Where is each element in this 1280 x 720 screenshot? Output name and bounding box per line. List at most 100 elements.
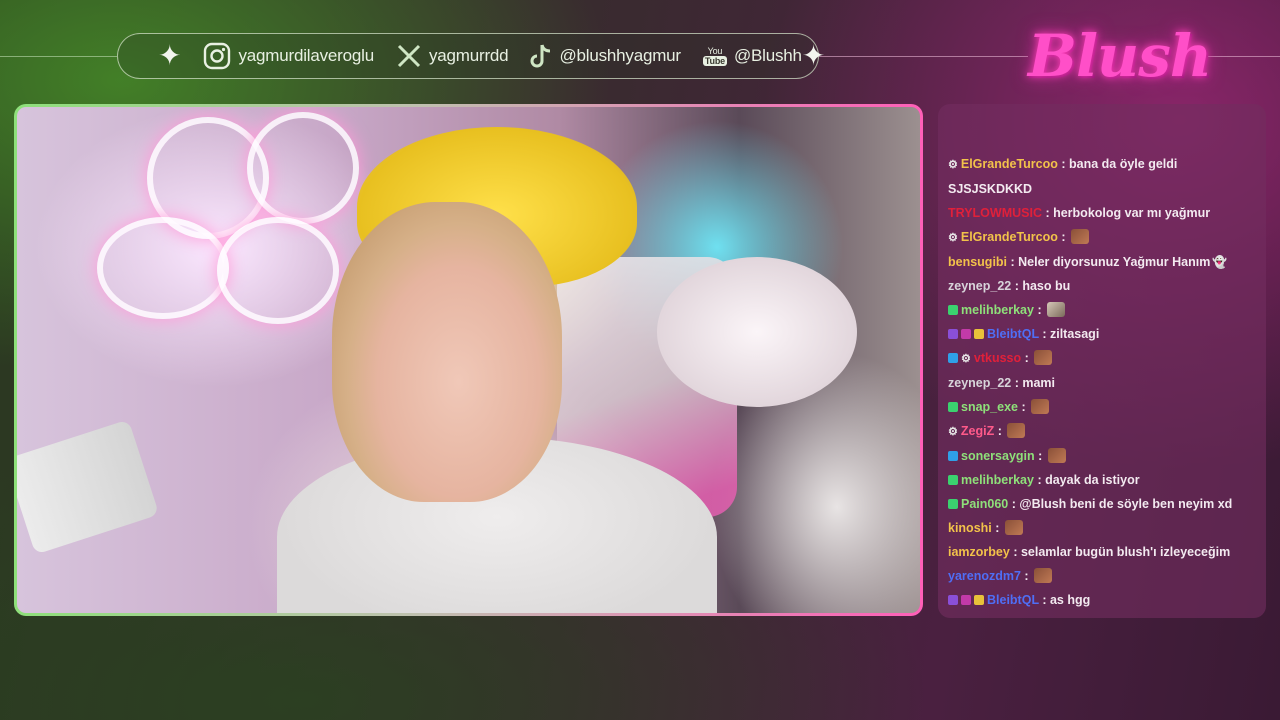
emote-icon: [1007, 423, 1026, 438]
emote-icon: [1004, 520, 1023, 535]
chat-separator: :: [1009, 545, 1021, 559]
gear-badge-icon: ⚙: [948, 232, 958, 244]
chat-username[interactable]: melihberkay: [961, 473, 1034, 487]
youtube-icon: You Tube: [702, 46, 727, 66]
chat-message: ⚙ ElGrandeTurcoo :: [948, 225, 1256, 250]
tiktok-handle: @blushhyagmur: [559, 46, 681, 65]
instagram-icon: [203, 42, 231, 70]
chat-username[interactable]: sonersaygin: [961, 449, 1035, 463]
chat-separator: :: [1017, 400, 1030, 414]
chat-username[interactable]: melihberkay: [961, 303, 1034, 317]
chat-separator: :: [1038, 327, 1050, 341]
green-badge-icon: [948, 305, 958, 315]
gift-badge-icon: [961, 329, 971, 339]
crown-badge-icon: [974, 595, 984, 605]
chat-username[interactable]: bensugibi: [948, 255, 1007, 269]
webcam-frame: [14, 104, 923, 616]
chat-text: dayak da istiyor: [1045, 473, 1140, 487]
neon-sign-shape: [97, 217, 229, 319]
chat-message: ⚙ ElGrandeTurcoo : bana da öyle geldi SJS…: [948, 152, 1256, 201]
chat-text: haso bu: [1022, 279, 1071, 293]
tiktok-icon: [530, 43, 552, 69]
social-instagram[interactable]: yagmurdilaveroglu: [203, 42, 374, 70]
chat-message: zeynep_22 : haso bu: [948, 274, 1256, 298]
chat-panel: ⚙ ElGrandeTurcoo : bana da öyle geldi SJS…: [938, 104, 1266, 618]
chat-username[interactable]: BleibtQL: [987, 593, 1039, 607]
chat-separator: :: [1041, 206, 1054, 220]
channel-logo: Blush: [1028, 22, 1212, 90]
top-line-right: [819, 56, 1028, 57]
chat-separator: :: [1021, 351, 1033, 365]
unicorn-plush: [657, 257, 857, 407]
chat-message: yarenozdm7 :: [948, 564, 1256, 588]
chat-username[interactable]: Pain060: [961, 497, 1008, 511]
chat-separator: :: [1011, 376, 1023, 390]
emote-icon: [1034, 568, 1053, 583]
top-line-far-right: [1200, 56, 1280, 57]
chat-username[interactable]: snap_exe: [961, 400, 1018, 414]
chat-text: ziltasagi: [1049, 327, 1100, 341]
x-handle: yagmurrdd: [428, 46, 509, 65]
chat-username[interactable]: TRYLOWMUSIC: [948, 206, 1042, 220]
chat-username[interactable]: vtkusso: [974, 351, 1021, 365]
chat-message-list: ⚙ ElGrandeTurcoo : bana da öyle geldi SJS…: [938, 152, 1266, 612]
social-x[interactable]: yagmurrdd: [396, 43, 509, 69]
emote-icon: [1047, 302, 1066, 317]
chat-username[interactable]: ElGrandeTurcoo: [961, 230, 1058, 244]
blue-badge-icon: [948, 353, 958, 363]
gear-badge-icon: ⚙: [961, 353, 971, 365]
chat-separator: :: [1011, 279, 1023, 293]
chat-separator: :: [991, 521, 1003, 535]
youtube-icon-text-top: You: [707, 46, 723, 56]
chat-text: as hgg: [1049, 593, 1091, 607]
chat-message: BleibtQL : ziltasagi: [948, 322, 1256, 346]
chat-text: herbokolog var mı yağmur: [1053, 206, 1211, 220]
chat-separator: :: [1057, 157, 1069, 171]
emote-icon: [1034, 350, 1053, 365]
chat-username[interactable]: ElGrandeTurcoo: [961, 157, 1058, 171]
chat-separator: :: [1034, 449, 1046, 463]
chat-username[interactable]: zeynep_22: [948, 279, 1011, 293]
social-tiktok[interactable]: @blushhyagmur: [530, 43, 681, 69]
chat-text: mami: [1022, 376, 1055, 390]
chat-text: @Blush beni de söyle ben neyim xd: [1019, 497, 1233, 511]
youtube-handle: @Blushh: [733, 46, 802, 65]
chat-separator: :: [1038, 593, 1050, 607]
chat-separator: :: [994, 424, 1006, 438]
chat-separator: :: [1007, 255, 1019, 269]
gift-badge-icon: [961, 595, 971, 605]
chat-message: iamzorbey : selamlar bugün blush'ı izley…: [948, 540, 1256, 564]
social-youtube[interactable]: You Tube @Blushh: [702, 46, 802, 66]
chat-message: ⚙ ZegiZ :: [948, 419, 1256, 444]
chat-username[interactable]: kinoshi: [948, 521, 992, 535]
crown-badge-icon: [974, 329, 984, 339]
sparkle-icon: ✦: [158, 40, 182, 71]
chat-text: Neler diyorsunuz Yağmur Hanım: [1018, 255, 1211, 269]
chat-username[interactable]: yarenozdm7: [948, 569, 1021, 583]
top-line-left: [0, 56, 117, 57]
social-links-bar: ✦ yagmurdilaveroglu yagmurrdd @blushhyag…: [117, 33, 825, 79]
youtube-icon-text-bottom: Tube: [702, 56, 727, 66]
purple-badge-icon: [948, 329, 958, 339]
chat-username[interactable]: BleibtQL: [987, 327, 1039, 341]
chat-message: melihberkay :: [948, 298, 1256, 322]
blue-badge-icon: [948, 451, 958, 461]
green-badge-icon: [948, 499, 958, 509]
emote-icon: 👻: [1212, 255, 1228, 269]
chat-separator: :: [1008, 497, 1020, 511]
gear-badge-icon: ⚙: [948, 426, 958, 438]
green-badge-icon: [948, 402, 958, 412]
purple-badge-icon: [948, 595, 958, 605]
microphone: [17, 419, 160, 555]
chat-username[interactable]: zeynep_22: [948, 376, 1011, 390]
chat-username[interactable]: iamzorbey: [948, 545, 1010, 559]
chat-message: ⚙ vtkusso :: [948, 346, 1256, 371]
chat-separator: :: [1033, 473, 1046, 487]
neon-sign-shape: [247, 112, 359, 224]
chat-separator: :: [1020, 569, 1033, 583]
chat-message: BleibtQL : as hgg: [948, 588, 1256, 612]
chat-username[interactable]: ZegiZ: [961, 424, 994, 438]
emote-icon: [1047, 448, 1066, 463]
streamer-head: [332, 202, 562, 502]
sparkle-icon: ✦: [801, 40, 826, 71]
